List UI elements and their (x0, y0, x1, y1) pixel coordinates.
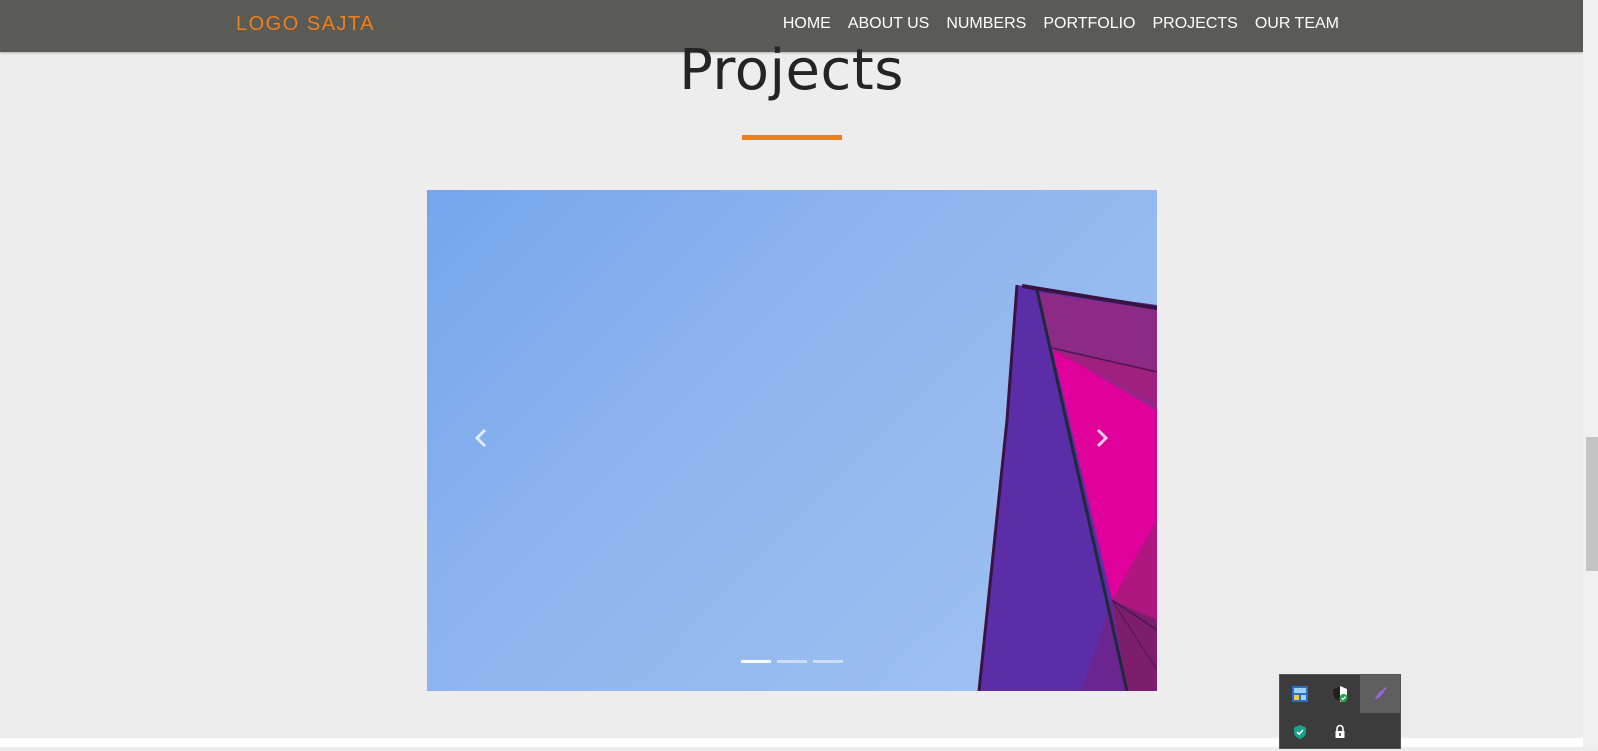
carousel-next-button[interactable] (1087, 423, 1117, 453)
nav-link-home[interactable]: HOME (783, 15, 831, 33)
lock-network-icon[interactable] (1320, 713, 1360, 751)
nav-link-our-team[interactable]: OUR TEAM (1255, 15, 1339, 33)
nav-link-portfolio[interactable]: PORTFOLIO (1043, 15, 1135, 33)
carousel-indicator-1[interactable] (741, 660, 771, 663)
security-check-icon[interactable] (1280, 713, 1320, 751)
title-underline (742, 135, 842, 140)
nav-link-projects[interactable]: PROJECTS (1153, 15, 1238, 33)
projects-carousel (427, 190, 1157, 691)
scrollbar-thumb[interactable] (1586, 437, 1598, 571)
site-logo[interactable]: LOGO SAJTA (236, 13, 375, 36)
feather-icon[interactable] (1360, 675, 1400, 713)
nav-link-about-us[interactable]: ABOUT US (848, 15, 930, 33)
carousel-prev-button[interactable] (466, 423, 496, 453)
nav-link-numbers[interactable]: NUMBERS (946, 15, 1026, 33)
slide-image (977, 284, 1157, 691)
carousel-indicators (427, 660, 1157, 663)
scrollbar-track[interactable] (1583, 0, 1598, 747)
nav-menu: HOME ABOUT US NUMBERS PORTFOLIO PROJECTS… (766, 15, 1339, 33)
chevron-left-icon (474, 428, 487, 448)
shield-check-icon[interactable] (1320, 675, 1360, 713)
section-title: Projects (679, 38, 904, 103)
carousel-indicator-2[interactable] (777, 660, 807, 663)
chevron-right-icon (1096, 428, 1109, 448)
carousel-indicator-3[interactable] (813, 660, 843, 663)
page: LOGO SAJTA HOME ABOUT US NUMBERS PORTFOL… (0, 0, 1583, 747)
system-tray-overflow (1279, 674, 1401, 749)
network-manager-icon[interactable] (1280, 675, 1320, 713)
